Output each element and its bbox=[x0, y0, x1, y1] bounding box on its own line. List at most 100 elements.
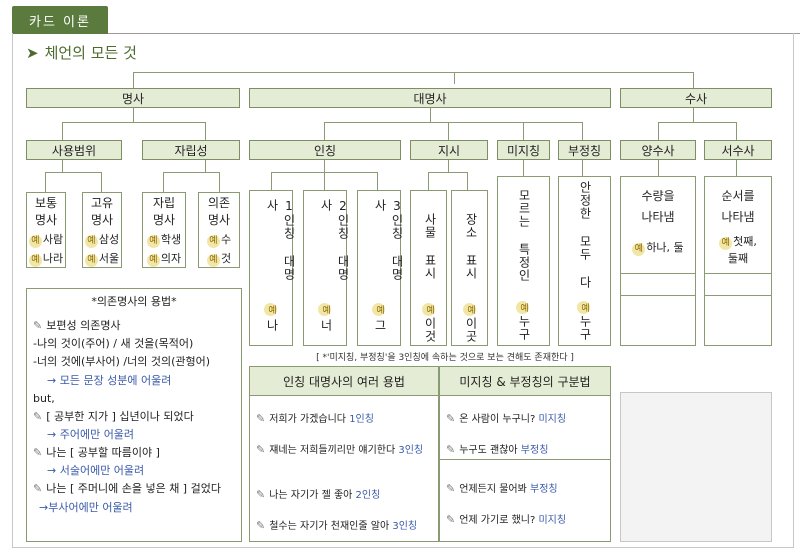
noun-cell-independent: 자립 명사 예 학생 예 의자 bbox=[142, 192, 186, 268]
usage-text: 철수는 자기가 천재인줄 알아 bbox=[269, 521, 390, 532]
num-cell-ordinal: 순서를 나타냄 예 첫째, 둘째 bbox=[704, 176, 772, 346]
noun-header: 명사 bbox=[26, 88, 240, 108]
c3d bbox=[448, 160, 449, 172]
noun-cell-dependent: 의존 명사 예수 예것 bbox=[198, 192, 240, 268]
pencil-icon: ✎ bbox=[256, 412, 266, 425]
pencil-icon: ✎ bbox=[446, 443, 456, 456]
c3b bbox=[205, 160, 206, 172]
cell-label: 의존 bbox=[207, 195, 231, 210]
paper-plane-icon: ➤ bbox=[26, 43, 39, 62]
pencil-icon: ✎ bbox=[256, 519, 266, 532]
cell-label: 자립 bbox=[152, 195, 176, 210]
example: 하나, 둘 bbox=[646, 241, 684, 254]
pron-conn-b bbox=[448, 122, 449, 140]
cell-label: 사물 표시 bbox=[423, 213, 437, 280]
example-mark-icon: 예 bbox=[146, 234, 160, 248]
num-conn-b bbox=[736, 122, 737, 140]
card-theory-tab[interactable]: 카드 이론 bbox=[12, 6, 108, 34]
usage-tag: 3인칭 bbox=[398, 445, 424, 456]
noun-hconn bbox=[62, 122, 206, 123]
example: 너 bbox=[319, 319, 333, 332]
example: 수 bbox=[220, 232, 232, 246]
example-mark-icon: 예 bbox=[264, 303, 277, 316]
dependent-noun-box: *의존명사의 용법* ✎ 보편성 의존명사 -나의 것이(주어) / 새 것을(목… bbox=[26, 288, 242, 542]
noun-conn-b bbox=[205, 122, 206, 140]
example: 것 bbox=[220, 251, 232, 265]
c3g bbox=[658, 160, 659, 176]
indefinite-header: 미지칭 bbox=[497, 140, 550, 160]
cell-label: 고유 bbox=[90, 195, 114, 210]
pencil-icon: ✎ bbox=[33, 446, 43, 460]
c3b2 bbox=[219, 172, 220, 192]
box-arrow-line: → 서술어에만 어울려 bbox=[47, 464, 145, 478]
person-usage-box: 인칭 대명사의 여러 용법 ✎ 저희가 가겠습니다 1인칭 ✎ 쟤네는 저희들끼리만… bbox=[249, 366, 439, 542]
pron-conn bbox=[430, 108, 431, 122]
cell-label: 장소 표시 bbox=[464, 213, 478, 280]
usage-text: 나는 자기가 젤 좋아 bbox=[269, 490, 353, 501]
diff-text: 온 사람이 누구니? bbox=[459, 414, 536, 425]
example: 의자 bbox=[160, 251, 182, 265]
c3ah bbox=[45, 172, 101, 173]
box-line: 나는 [ 주머니에 손을 넣은 채 ] 걸었다 bbox=[46, 482, 221, 496]
usage-text: 쟤네는 저희들끼리만 얘기한다 bbox=[269, 445, 396, 456]
usage-range-header: 사용범위 bbox=[26, 140, 122, 160]
example-mark-icon: 예 bbox=[28, 253, 42, 267]
pron-conn-d bbox=[582, 122, 583, 140]
num-cell-cardinal: 수량을 나타냄 예 하나, 둘 bbox=[620, 176, 696, 346]
pron-cell-second-person: 2인칭 대명사 예 너 bbox=[303, 190, 350, 346]
box-title: *의존명사의 용법* bbox=[91, 295, 177, 308]
pron-cell-third-person: 3인칭 대명사 예 그 bbox=[357, 190, 404, 346]
demonstrative-header: 지시 bbox=[410, 140, 488, 160]
example-mark-icon: 예 bbox=[463, 303, 476, 316]
example-mark-icon: 예 bbox=[372, 303, 385, 316]
example: 사람 bbox=[42, 232, 64, 246]
pencil-icon: ✎ bbox=[256, 488, 266, 501]
pron-conn-c bbox=[523, 122, 524, 140]
person-header: 인칭 bbox=[249, 140, 401, 160]
example-mark-icon: 예 bbox=[422, 303, 435, 316]
ordinal-header: 서수사 bbox=[704, 140, 772, 160]
independence-header: 자립성 bbox=[142, 140, 240, 160]
cell-label: 모르는 특정인 bbox=[517, 189, 531, 282]
example-mark-icon: 예 bbox=[719, 237, 733, 250]
noun-cell-common: 보통 명사 예 사람 예 나라 bbox=[26, 192, 66, 268]
pron-cell-indefinite: 모르는 특정인 예 누구 bbox=[497, 176, 550, 346]
noun-cell-proper: 고유 명사 예 삼성 예 서울 bbox=[82, 192, 122, 268]
cell-label: 2인칭 대명사 bbox=[319, 199, 350, 281]
pronoun-header: 대명사 bbox=[249, 88, 611, 108]
c3c2 bbox=[324, 172, 325, 190]
pencil-icon: ✎ bbox=[33, 409, 43, 423]
cardinal-header: 양수사 bbox=[620, 140, 696, 160]
pron-cell-object: 사물 표시 예 이것 bbox=[410, 190, 447, 346]
c3dh bbox=[428, 172, 468, 173]
box-line: -너의 것에(부사어) /너의 것의(관형어) bbox=[33, 355, 211, 369]
example-mark-icon: 예 bbox=[577, 301, 590, 314]
c3bh bbox=[163, 172, 220, 173]
cell-label: 명사 bbox=[207, 212, 231, 227]
root-hline bbox=[133, 72, 694, 73]
pron-cell-place: 장소 표시 예 이곳 bbox=[451, 190, 488, 346]
box-line: [ 공부한 지가 ] 십년이나 되었다 bbox=[46, 409, 194, 423]
num-conn-a bbox=[658, 122, 659, 140]
numeral-header: 수사 bbox=[620, 88, 772, 108]
example: 삼성 bbox=[98, 232, 120, 246]
c3b1 bbox=[163, 172, 164, 192]
root-line bbox=[454, 72, 455, 84]
usage-text: 저희가 가겠습니다 bbox=[269, 414, 346, 425]
example: 누구 bbox=[578, 315, 592, 341]
pencil-icon: ✎ bbox=[33, 319, 43, 333]
c3d2 bbox=[467, 172, 468, 190]
example-mark-icon: 예 bbox=[632, 243, 646, 256]
num-hconn bbox=[658, 122, 736, 123]
example-mark-icon: 예 bbox=[84, 253, 98, 267]
num-drop bbox=[693, 72, 694, 88]
example-mark-icon: 예 bbox=[28, 234, 42, 248]
example-mark-icon: 예 bbox=[206, 234, 220, 248]
cell-label: 3인칭 대명사 bbox=[373, 199, 404, 281]
cell-label: 명사 bbox=[152, 212, 176, 227]
cell-label: 안정한 모두 다 bbox=[578, 181, 592, 289]
c3h bbox=[736, 160, 737, 176]
usage-tag: 1인칭 bbox=[349, 414, 374, 425]
cell-label: 명사 bbox=[90, 212, 114, 227]
box-line: -나의 것이(주어) / 새 것을(목적어) bbox=[33, 337, 194, 351]
